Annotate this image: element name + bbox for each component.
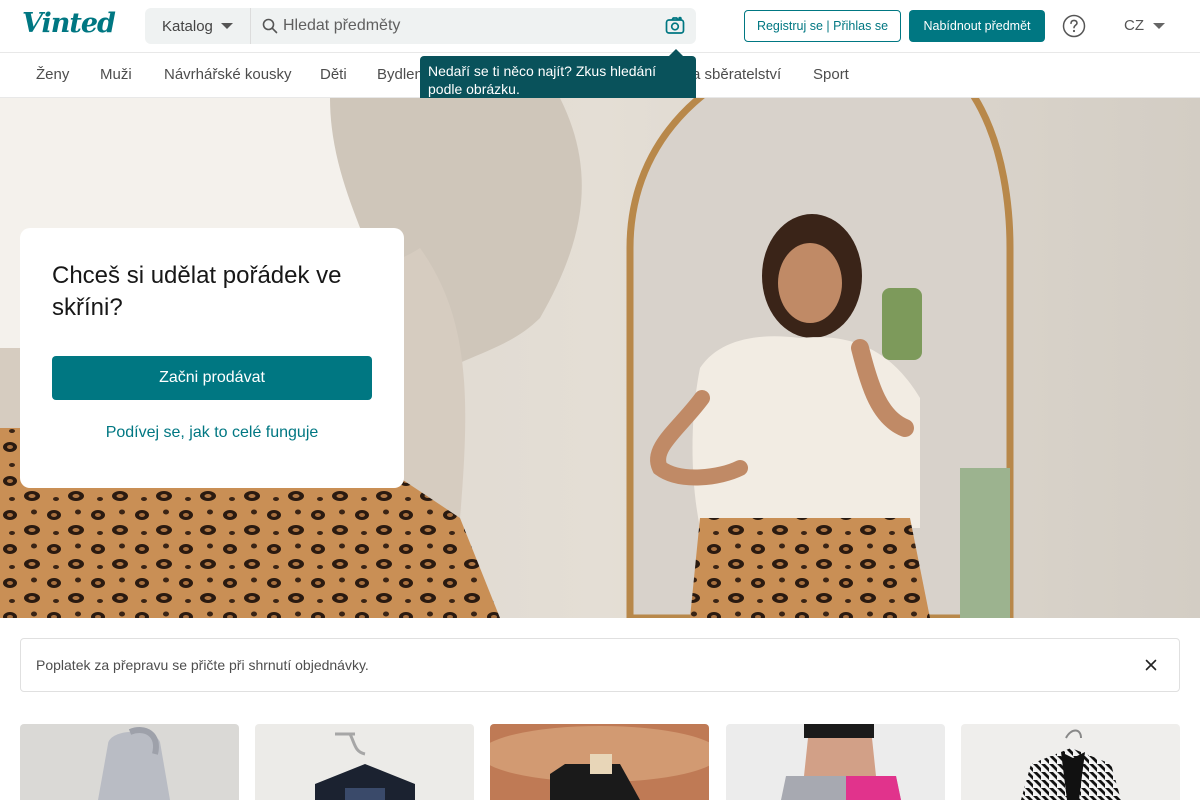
chevron-down-icon bbox=[1153, 22, 1165, 29]
item-card-thumbnail[interactable] bbox=[726, 724, 945, 800]
nav-item-navrharske-kousky[interactable]: Návrhářské kousky bbox=[164, 66, 292, 83]
shipping-fee-notice: Poplatek za přepravu se přičte při shrnu… bbox=[20, 638, 1180, 692]
catalog-label: Katalog bbox=[162, 17, 213, 35]
camera-search-icon[interactable] bbox=[665, 16, 685, 41]
notice-text: Poplatek za přepravu se přičte při shrnu… bbox=[36, 657, 369, 673]
nav-item-muzi[interactable]: Muži bbox=[100, 66, 132, 83]
tooltip-arrow bbox=[669, 49, 683, 56]
register-login-button[interactable]: Registruj se | Přihlas se bbox=[744, 10, 901, 42]
language-label: CZ bbox=[1124, 17, 1144, 34]
item-photo bbox=[490, 724, 709, 800]
search-icon bbox=[262, 18, 278, 39]
sell-item-button[interactable]: Nabídnout předmět bbox=[909, 10, 1045, 42]
item-card-thumbnail[interactable] bbox=[20, 724, 239, 800]
catalog-dropdown[interactable]: Katalog bbox=[145, 8, 251, 44]
search-input[interactable] bbox=[283, 8, 653, 44]
hero-title: Chceš si udělat pořádek ve skříni? bbox=[52, 262, 342, 321]
search-bar: Katalog bbox=[145, 8, 696, 44]
chevron-down-icon bbox=[220, 23, 233, 29]
item-photo bbox=[961, 724, 1180, 800]
language-selector[interactable]: CZ bbox=[1124, 17, 1165, 34]
nav-item-zeny[interactable]: Ženy bbox=[36, 66, 69, 83]
vinted-logo[interactable]: Vinted bbox=[22, 8, 116, 39]
close-icon[interactable] bbox=[1143, 657, 1159, 678]
nav-item-bydleni[interactable]: Bydlen bbox=[377, 66, 423, 83]
start-selling-button[interactable]: Začni prodávat bbox=[52, 356, 372, 400]
how-it-works-link[interactable]: Podívej se, jak to celé funguje bbox=[52, 424, 372, 442]
help-icon[interactable] bbox=[1062, 14, 1086, 43]
item-card-thumbnail[interactable] bbox=[490, 724, 709, 800]
item-photo bbox=[20, 724, 239, 800]
nav-item-hobby[interactable]: a sběratelství bbox=[692, 66, 781, 83]
item-card-thumbnail[interactable] bbox=[255, 724, 474, 800]
nav-item-sport[interactable]: Sport bbox=[813, 66, 849, 83]
item-photo bbox=[726, 724, 945, 800]
header: Vinted Katalog Registruj se | Přihlas se… bbox=[0, 0, 1200, 53]
nav-item-deti[interactable]: Děti bbox=[320, 66, 347, 83]
item-photo bbox=[255, 724, 474, 800]
item-card-thumbnail[interactable] bbox=[961, 724, 1180, 800]
